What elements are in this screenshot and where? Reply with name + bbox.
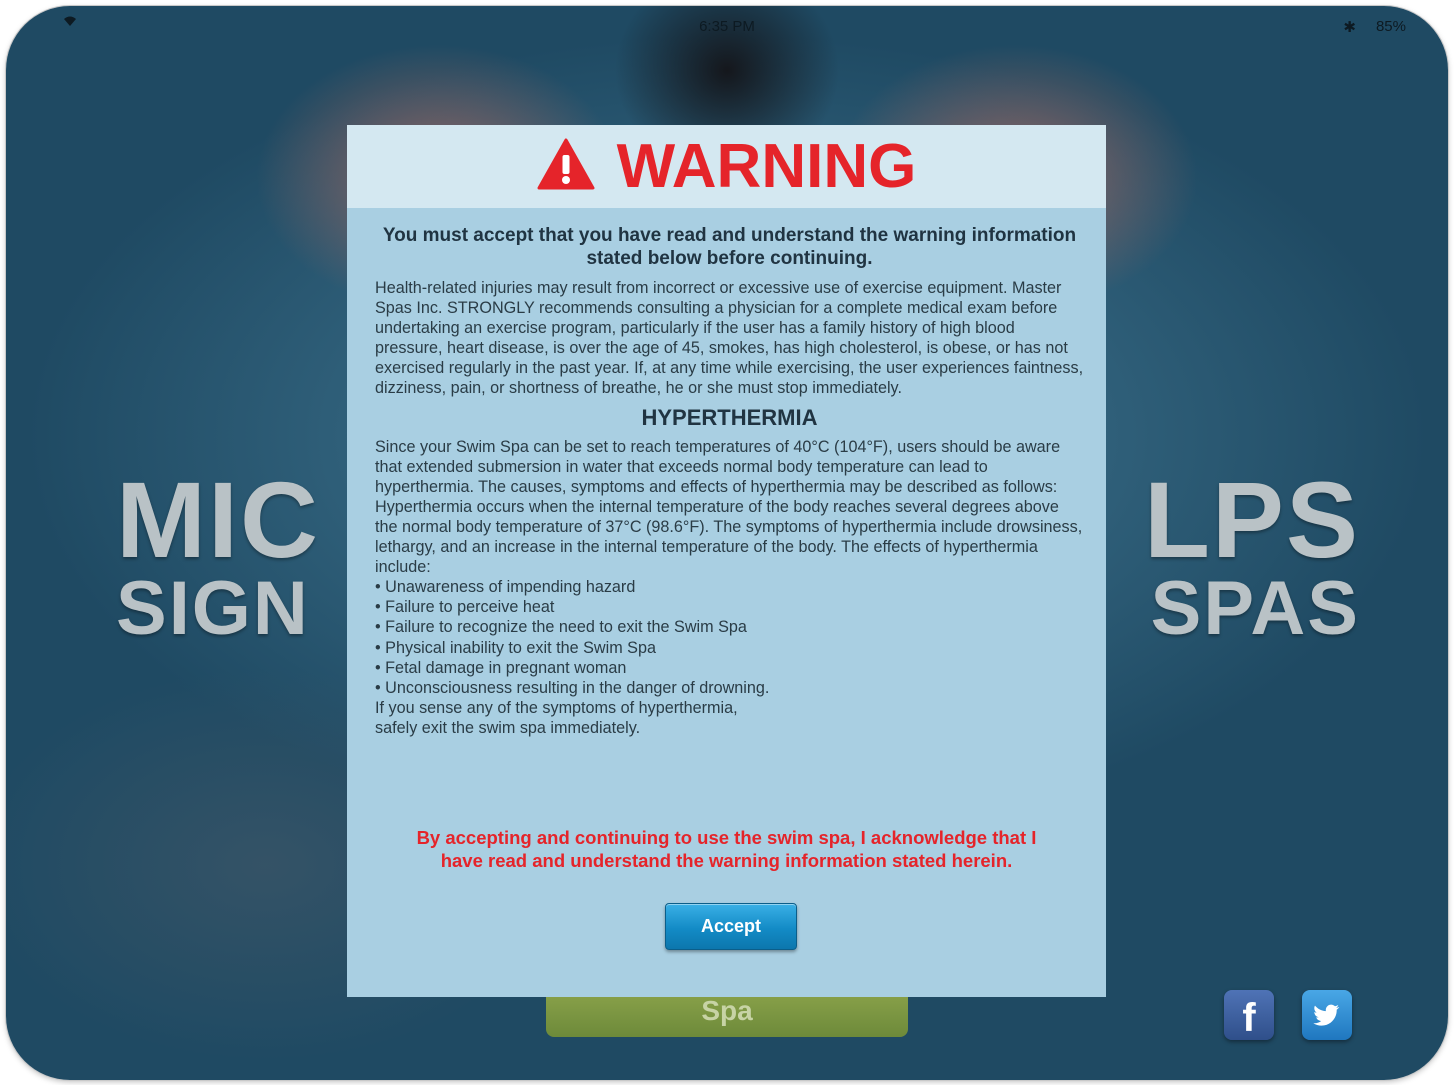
hyperthermia-description: Hyperthermia occurs when the internal te… (375, 497, 1083, 577)
closing-line-1: If you sense any of the symptoms of hype… (375, 698, 738, 717)
spa-button[interactable]: Spa (546, 991, 908, 1037)
list-item: Failure to perceive heat (375, 597, 1084, 617)
status-bar: 6:35 PM ✱ 85% (6, 6, 1448, 36)
warning-lead: You must accept that you have read and u… (382, 225, 1077, 269)
app-screen: 6:35 PM ✱ 85% MIC SIGN LPS SPAS Spa f WA… (6, 6, 1448, 1080)
hyperthermia-effects-list: Unawareness of impending hazard Failure … (375, 577, 1084, 698)
warning-header: WARNING (347, 125, 1106, 208)
acknowledgement-line-1: By accepting and continuing to use the s… (416, 827, 1037, 848)
list-item: Physical inability to exit the Swim Spa (375, 638, 1084, 658)
background-subtitle-left: SIGN (116, 566, 310, 651)
list-item: Fetal damage in pregnant woman (375, 658, 1084, 678)
status-time: 6:35 PM (699, 18, 755, 35)
hyperthermia-intro: Since your Swim Spa can be set to reach … (375, 437, 1061, 496)
list-item: Failure to recognize the need to exit th… (375, 617, 1084, 637)
battery-level: 85% (1375, 18, 1406, 35)
closing-line-2: safely exit the swim spa immediately. (375, 718, 641, 737)
health-warning-text: Health-related injuries may result from … (375, 279, 1084, 398)
background-subtitle-right: SPAS (1150, 566, 1360, 651)
warning-body: You must accept that you have read and u… (347, 208, 1106, 738)
hyperthermia-heading: HYPERTHERMIA (641, 404, 818, 430)
bluetooth-icon: ✱ (1343, 19, 1356, 36)
acknowledgement-text: By accepting and continuing to use the s… (347, 826, 1106, 872)
acknowledgement-line-2: have read and understand the warning inf… (440, 850, 1013, 871)
warning-triangle-icon (537, 138, 595, 195)
list-item: Unconsciousness resulting in the danger … (375, 678, 1084, 698)
background-title-right: LPS (1143, 459, 1360, 580)
twitter-icon[interactable] (1302, 990, 1352, 1040)
background-title-left: MIC (116, 459, 320, 580)
warning-dialog: WARNING You must accept that you have re… (347, 125, 1106, 997)
warning-title: WARNING (616, 131, 917, 201)
facebook-icon[interactable]: f (1224, 990, 1274, 1040)
accept-button[interactable]: Accept (665, 903, 797, 950)
list-item: Unawareness of impending hazard (375, 577, 1084, 597)
